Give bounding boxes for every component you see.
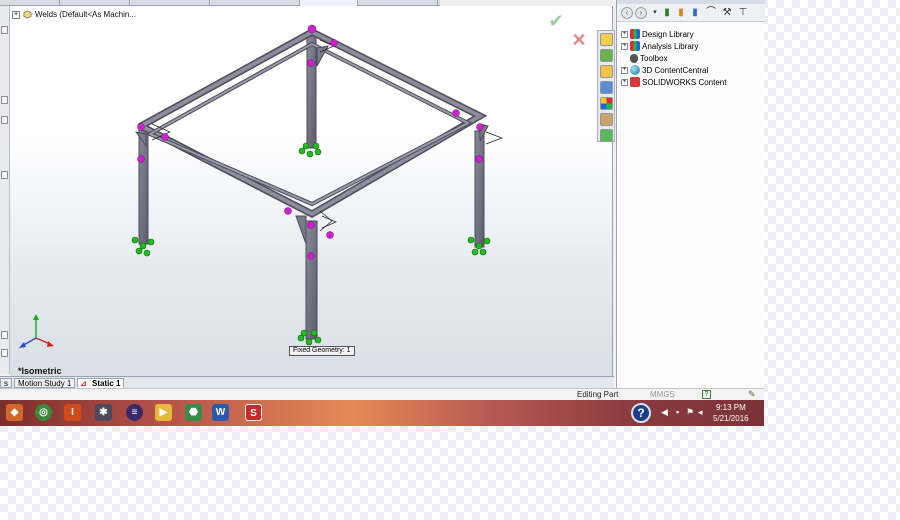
speaker-icon[interactable]: ◂ — [698, 407, 703, 418]
task-pane-tabs — [597, 30, 615, 142]
part-icon — [23, 10, 32, 19]
analysis-library-icon — [630, 41, 640, 51]
tab-static-study[interactable]: ⊿ Static 1 — [77, 378, 125, 388]
joint-node[interactable] — [307, 24, 317, 34]
static-study-icon: ⊿ — [80, 379, 87, 388]
left-leg — [138, 125, 149, 245]
create-folder-icon[interactable]: ▮ — [689, 7, 701, 19]
feature-tree-root[interactable]: + Welds (Default<As Machin... — [12, 10, 136, 19]
toolbox-icon — [630, 53, 638, 63]
tree-item-design-library[interactable]: + Design Library — [621, 28, 694, 40]
custom-properties-icon[interactable] — [600, 113, 613, 126]
joint-node[interactable] — [307, 252, 315, 260]
joint-node[interactable] — [330, 39, 338, 47]
panel-toggle-icon[interactable] — [1, 116, 8, 124]
design-library-panel: ‹ › ▾ ▮ ▮ ▮ ⌒ ⚒ ⊤ + Design Library + Ana… — [616, 0, 765, 388]
design-library-icon — [630, 29, 640, 39]
tools-icon[interactable]: ✱ — [95, 404, 112, 421]
joint-node[interactable] — [326, 231, 334, 239]
tab-static-label: Static 1 — [92, 379, 121, 388]
panel-toggle-icon[interactable] — [1, 331, 8, 339]
help-badge-icon[interactable]: ? — [631, 403, 651, 423]
dropdown-arrow-icon[interactable]: ▾ — [649, 7, 661, 19]
graphics-area[interactable]: + Welds (Default<As Machin... ✔ ✕ *Isome… — [10, 6, 613, 376]
tree-item-3d-contentcentral[interactable]: + 3D ContentCentral — [621, 64, 708, 76]
expand-icon[interactable]: + — [621, 30, 628, 38]
clock-date[interactable]: 5/21/2016 — [713, 414, 749, 423]
add-file-location-icon[interactable]: ▮ — [675, 7, 687, 19]
library-toolbar: ‹ › ▾ ▮ ▮ ▮ ⌒ ⚒ ⊤ — [617, 4, 765, 22]
tree-item-solidworks-content[interactable]: + SOLIDWORKS Content — [621, 76, 726, 88]
frame-model[interactable] — [10, 6, 613, 376]
word-icon[interactable]: W — [212, 404, 229, 421]
study-tab-bar: s Motion Study 1 ⊿ Static 1 — [0, 376, 614, 388]
ok-check-button[interactable]: ✔ — [546, 11, 566, 31]
app-icon[interactable]: I — [64, 404, 81, 421]
unit-system-button[interactable]: MMGS — [650, 390, 675, 399]
clock-time[interactable]: 9:13 PM — [716, 403, 746, 412]
cancel-x-button[interactable]: ✕ — [570, 31, 588, 49]
file-explorer-icon[interactable] — [600, 65, 613, 78]
back-icon[interactable]: ‹ — [621, 7, 633, 19]
joint-node[interactable] — [452, 109, 460, 117]
status-bar: Editing Part MMGS ? ✎ — [0, 388, 764, 400]
frame-legs — [138, 35, 485, 340]
joint-node[interactable] — [137, 155, 145, 163]
view-palette-icon[interactable] — [600, 81, 613, 94]
refresh-icon[interactable]: ⌒ — [705, 7, 717, 19]
splitter-handle-icon[interactable] — [1, 171, 8, 179]
expand-icon[interactable]: + — [621, 78, 628, 86]
tab-motion-study[interactable]: Motion Study 1 — [14, 378, 76, 388]
status-mode: Editing Part — [577, 390, 619, 399]
panel-toggle-icon[interactable] — [1, 349, 8, 357]
windows-taskbar: ◆ ◎ I ✱ ≡ ▶ ⬣ W S ? ◀ ▪ ⚑ ◂ 9:13 PM 5/21… — [0, 400, 764, 426]
quick-tips-icon[interactable]: ✎ — [748, 389, 756, 400]
solidworks-content-icon — [630, 77, 640, 87]
globe-icon — [630, 65, 640, 75]
tab-model[interactable]: s — [0, 378, 12, 388]
solidworks-forum-icon[interactable] — [600, 129, 613, 142]
chrome-icon[interactable]: ◎ — [35, 404, 52, 421]
expand-icon[interactable]: + — [621, 42, 628, 50]
joint-node[interactable] — [476, 123, 484, 131]
fixed-geometry-callout[interactable]: Fixed Geometry: 1 — [289, 346, 355, 356]
appearances-icon[interactable] — [600, 97, 613, 110]
app-icon[interactable]: ◆ — [6, 404, 23, 421]
add-to-library-icon[interactable]: ▮ — [661, 7, 673, 19]
joint-node[interactable] — [475, 155, 483, 163]
joint-node[interactable] — [307, 59, 315, 67]
flag-icon[interactable]: ⚑ — [686, 407, 694, 418]
help-icon[interactable]: ? — [702, 390, 711, 399]
back-leg — [306, 35, 317, 149]
front-leg — [305, 220, 318, 340]
design-library-tab-icon[interactable] — [600, 49, 613, 62]
media-player-icon[interactable]: ▶ — [155, 404, 172, 421]
axis-triad — [19, 314, 54, 348]
wrench-icon[interactable]: ⚒ — [721, 7, 733, 19]
solidworks-taskbar-icon[interactable]: S — [245, 404, 262, 421]
feature-manager-strip — [0, 6, 10, 374]
joint-node[interactable] — [137, 123, 145, 131]
tree-item-toolbox[interactable]: Toolbox — [621, 52, 668, 64]
pin-icon[interactable]: ⊤ — [737, 7, 749, 19]
expand-icon[interactable]: + — [12, 10, 20, 19]
panel-toggle-icon[interactable] — [1, 26, 8, 34]
panel-toggle-icon[interactable] — [1, 96, 8, 104]
expand-icon[interactable]: + — [621, 66, 628, 74]
part-name: Welds (Default<As Machin... — [35, 10, 137, 19]
tray-app-icon[interactable]: ▪ — [676, 407, 679, 417]
joint-node[interactable] — [307, 221, 315, 229]
forward-icon[interactable]: › — [635, 7, 647, 19]
media-icon[interactable]: ≡ — [126, 404, 143, 421]
app-icon[interactable]: ⬣ — [185, 404, 202, 421]
tray-arrow-icon[interactable]: ◀ — [661, 407, 668, 418]
view-orientation-label: *Isometric — [18, 366, 62, 376]
solidworks-window: + Welds (Default<As Machin... ✔ ✕ *Isome… — [0, 0, 765, 400]
joint-node[interactable] — [161, 133, 169, 141]
joint-node[interactable] — [284, 207, 292, 215]
right-leg — [474, 130, 485, 248]
resources-icon[interactable] — [600, 33, 613, 46]
tree-item-analysis-library[interactable]: + Analysis Library — [621, 40, 698, 52]
